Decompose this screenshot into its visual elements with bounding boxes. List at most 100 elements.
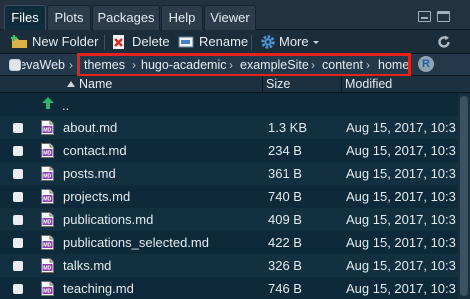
markdown-file-icon: MD [41,281,54,296]
file-modified: Aug 15, 2017, 10:3 [346,189,456,204]
tab-plots-label: Plots [54,10,84,25]
file-size: 361 B [268,166,302,181]
svg-text:MD: MD [43,243,51,249]
table-row[interactable]: MD talks.md 326 B Aug 15, 2017, 10:3 [0,254,458,277]
chevron-down-icon [313,41,319,44]
refresh-icon[interactable] [436,34,452,50]
tab-files[interactable]: Files [4,5,46,30]
toolbar-separator [251,35,252,50]
table-row[interactable]: MD contact.md 234 B Aug 15, 2017, 10:3 [0,139,458,162]
table-row[interactable]: MD projects.md 740 B Aug 15, 2017, 10:3 [0,185,458,208]
markdown-file-icon: MD [41,143,54,158]
row-checkbox[interactable] [13,238,23,248]
file-modified: Aug 15, 2017, 10:3 [346,281,456,296]
more-button[interactable]: More [260,34,322,50]
r-project-icon[interactable]: R [418,56,434,72]
svg-text:MD: MD [43,151,51,157]
gear-icon [261,35,275,49]
file-modified: Aug 15, 2017, 10:3 [346,235,456,250]
file-name-link[interactable]: contact.md [63,139,127,162]
tab-viewer[interactable]: Viewer [204,5,256,30]
column-header-row: Name Size Modified [0,76,470,93]
up-arrow-icon [42,97,54,109]
markdown-file-icon: MD [41,166,54,181]
file-modified: Aug 15, 2017, 10:3 [346,212,456,227]
delete-button[interactable]: Delete [111,34,170,50]
table-row[interactable]: MD teaching.md 746 B Aug 15, 2017, 10:3 [0,277,458,299]
svg-text:MD: MD [43,128,51,134]
file-size: 740 B [268,189,302,204]
breadcrumb-item-root[interactable]: evaWeb [22,57,65,73]
file-modified: Aug 15, 2017, 10:3 [346,120,456,135]
table-row[interactable]: MD posts.md 361 B Aug 15, 2017, 10:3 [0,162,458,185]
path-highlight-box [77,53,411,77]
column-divider [262,76,263,93]
column-size-header[interactable]: Size [266,76,290,93]
toolbar-separator [104,35,105,50]
home-icon[interactable] [9,59,21,71]
tab-help-label: Help [168,10,196,25]
tab-packages-label: Packages [97,10,155,25]
markdown-file-icon: MD [41,258,54,273]
file-name-link[interactable]: teaching.md [63,277,134,299]
file-name-link[interactable]: publications.md [63,208,153,231]
svg-text:MD: MD [43,174,51,180]
file-size: 234 B [268,143,302,158]
row-checkbox[interactable] [13,284,23,294]
breadcrumb-separator-icon: › [69,58,73,72]
file-name-link[interactable]: projects.md [63,185,130,208]
delete-icon [113,35,124,49]
row-checkbox[interactable] [13,146,23,156]
sort-up-icon [67,81,75,87]
svg-text:MD: MD [43,220,51,226]
file-modified: Aug 15, 2017, 10:3 [346,166,456,181]
file-size: 326 B [268,258,302,273]
row-checkbox[interactable] [13,192,23,202]
tab-plots[interactable]: Plots [47,5,91,30]
parent-directory-label: .. [62,98,70,113]
table-row[interactable]: MD publications.md 409 B Aug 15, 2017, 10:3 [0,208,458,231]
tab-viewer-label: Viewer [210,10,250,25]
file-modified: Aug 15, 2017, 10:3 [346,258,456,273]
row-checkbox[interactable] [13,215,23,225]
markdown-file-icon: MD [41,212,54,227]
row-checkbox[interactable] [13,261,23,271]
rename-label: Rename [199,34,249,49]
minimize-pane-icon[interactable] [418,11,431,22]
svg-text:MD: MD [43,266,51,272]
row-checkbox[interactable] [13,123,23,133]
rename-button[interactable]: Rename [178,34,248,50]
pane-tab-bar: Files Plots Packages Help Viewer [0,0,470,30]
svg-text:MD: MD [43,289,51,295]
parent-directory-row[interactable]: .. [0,94,458,117]
file-size: 422 B [268,235,302,250]
new-folder-icon [11,35,27,48]
file-list: .. MD about.md 1.3 KB Aug 15, 2017, 10:3 MD c… [0,94,458,299]
table-row[interactable]: MD publications_selected.md 422 B Aug 15, 2… [0,231,458,254]
file-size: 409 B [268,212,302,227]
new-folder-button[interactable]: New Folder [11,34,101,50]
file-name-link[interactable]: publications_selected.md [63,231,209,254]
row-checkbox[interactable] [13,169,23,179]
tab-packages[interactable]: Packages [92,5,160,30]
maximize-pane-icon[interactable] [437,11,450,22]
rename-icon [178,36,194,48]
column-name-header[interactable]: Name [79,76,112,93]
markdown-file-icon: MD [41,120,54,135]
svg-text:MD: MD [43,197,51,203]
file-size: 746 B [268,281,302,296]
column-modified-header[interactable]: Modified [345,76,392,93]
markdown-file-icon: MD [41,189,54,204]
file-name-link[interactable]: about.md [63,116,117,139]
file-name-link[interactable]: posts.md [63,162,116,185]
markdown-file-icon: MD [41,235,54,250]
file-size: 1.3 KB [268,120,308,135]
more-label: More [279,34,309,49]
new-folder-label: New Folder [32,34,99,49]
tab-help[interactable]: Help [161,5,203,30]
file-name-link[interactable]: talks.md [63,254,111,277]
file-modified: Aug 15, 2017, 10:3 [346,143,456,158]
scrollbar-thumb[interactable] [460,96,468,296]
column-divider [341,76,342,93]
table-row[interactable]: MD about.md 1.3 KB Aug 15, 2017, 10:3 [0,116,458,139]
